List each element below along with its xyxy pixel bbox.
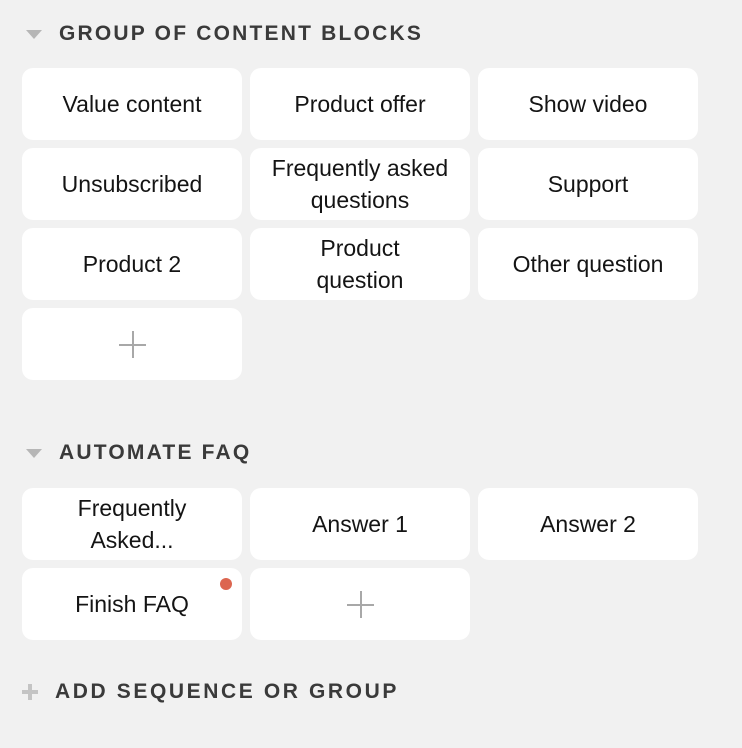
block-card[interactable]: Finish FAQ [22,568,242,640]
block-label: Answer 2 [540,511,636,537]
block-label: Unsubscribed [61,171,203,197]
block-grid-automate-faq: Frequently Asked... Answer 1 Answer 2 Fi… [22,488,698,640]
block-label: Answer 1 [312,511,408,537]
block-card[interactable]: Other question [478,228,698,300]
block-label: Other question [512,251,664,277]
block-card[interactable]: Answer 2 [478,488,698,560]
add-sequence-or-group-button[interactable]: ADD SEQUENCE OR GROUP [22,678,399,706]
block-card[interactable]: Support [478,148,698,220]
block-label: Frequently asked questions [271,155,449,213]
block-card[interactable]: Show video [478,68,698,140]
group-title: AUTOMATE FAQ [59,441,252,464]
group-header-content-blocks[interactable]: GROUP OF CONTENT BLOCKS [26,20,423,48]
plus-icon [22,684,38,700]
block-label: Product question [316,235,404,293]
block-label: Finish FAQ [75,591,189,617]
block-label: Show video [528,91,648,117]
block-card[interactable]: Product offer [250,68,470,140]
block-card[interactable]: Frequently asked questions [250,148,470,220]
block-grid-content-blocks: Value content Product offer Show video U… [22,68,698,380]
block-label: Frequently Asked... [77,495,187,553]
group-header-automate-faq[interactable]: AUTOMATE FAQ [26,439,251,467]
add-block-button[interactable] [250,568,470,640]
block-card[interactable]: Answer 1 [250,488,470,560]
block-label: Product 2 [82,251,182,277]
plus-icon [118,330,146,358]
plus-icon [346,590,374,618]
collapse-triangle-icon[interactable] [26,30,42,39]
block-card[interactable]: Unsubscribed [22,148,242,220]
block-card[interactable]: Product 2 [22,228,242,300]
block-label: Value content [62,91,202,117]
group-title: GROUP OF CONTENT BLOCKS [59,22,424,45]
block-label: Support [547,171,629,197]
block-card[interactable]: Product question [250,228,470,300]
block-card[interactable]: Frequently Asked... [22,488,242,560]
add-sequence-label: ADD SEQUENCE OR GROUP [55,680,399,703]
block-label: Product offer [294,91,426,117]
block-card[interactable]: Value content [22,68,242,140]
add-block-button[interactable] [22,308,242,380]
collapse-triangle-icon[interactable] [26,449,42,458]
notification-dot [220,578,232,590]
